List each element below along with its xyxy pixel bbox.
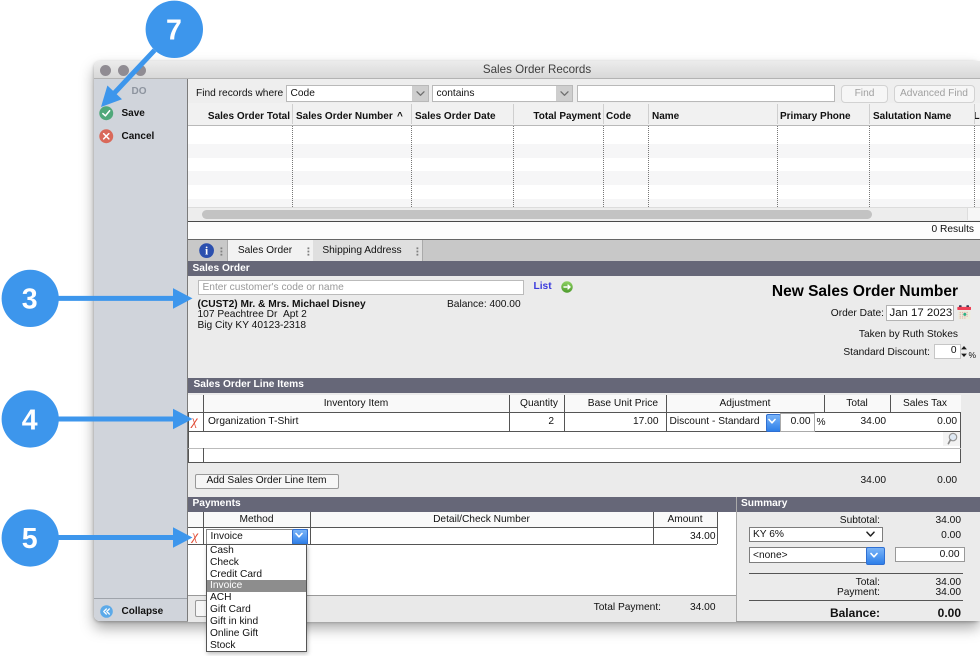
svg-text:3: 3 (22, 284, 38, 316)
svg-text:4: 4 (22, 404, 38, 436)
svg-text:5: 5 (22, 523, 38, 555)
svg-text:7: 7 (166, 15, 182, 47)
